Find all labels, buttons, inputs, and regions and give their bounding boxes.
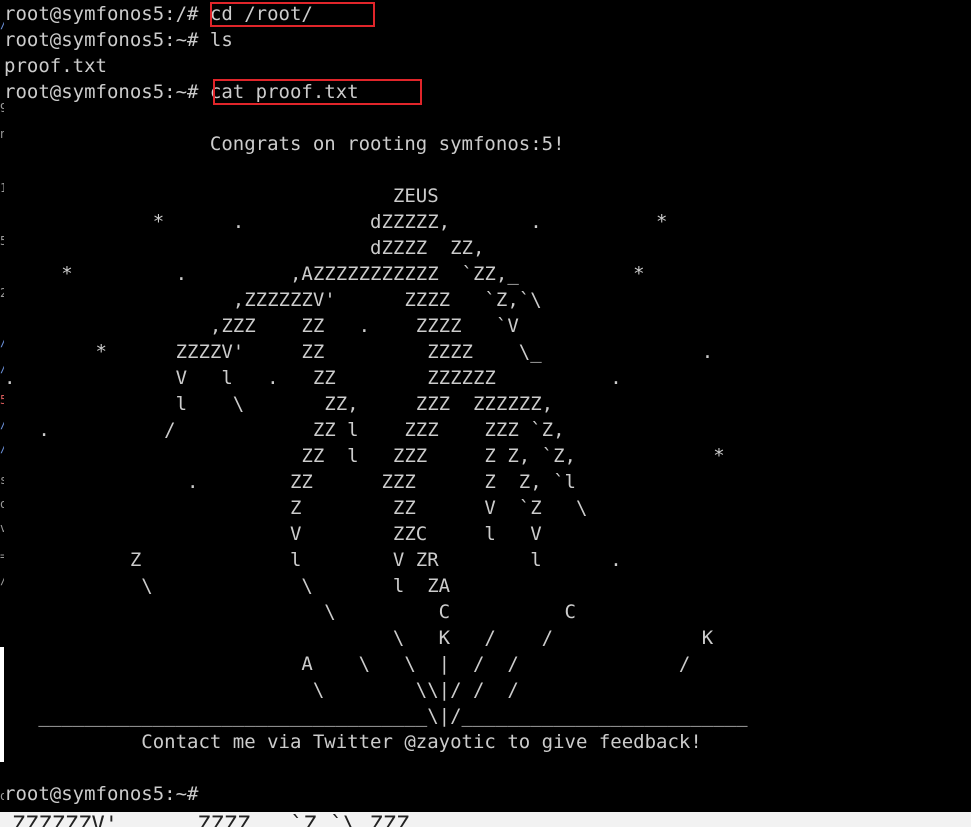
- underlying-window-fragment: ZZZZZZV' ZZZZ `Z,`\ ZZZ: [0, 812, 971, 827]
- terminal-line: \ K / / K: [4, 627, 714, 649]
- terminal-line: \ \\|/ / /: [4, 679, 519, 701]
- terminal-line: * . ,AZZZZZZZZZZZ `ZZ,_ *: [4, 263, 645, 285]
- terminal-line: l \ ZZ, ZZZ ZZZZZZ,: [4, 393, 554, 415]
- terminal-window[interactable]: root@symfonos5:/# cd /root/root@symfonos…: [0, 0, 971, 827]
- underlying-window-text: ZZZZZZV' ZZZZ `Z,`\ ZZZ: [12, 813, 410, 827]
- terminal-line: ,ZZZZZZV' ZZZZ `Z,`\: [4, 289, 542, 311]
- terminal-line: __________________________________\|/___…: [4, 705, 748, 727]
- terminal-line: * . dZZZZZ, . *: [4, 211, 668, 233]
- terminal-line: \ \ l ZA: [4, 575, 451, 597]
- terminal-line: proof.txt: [4, 55, 107, 77]
- terminal-line: root@symfonos5:~# cat proof.txt: [4, 81, 359, 103]
- terminal-line: \ C C: [4, 601, 576, 623]
- terminal-line: ,ZZZ ZZ . ZZZZ `V: [4, 315, 519, 337]
- terminal-line: root@symfonos5:/# cd /root/: [4, 3, 313, 25]
- terminal-line: Z ZZ V `Z \: [4, 497, 588, 519]
- terminal-line: * ZZZZV' ZZ ZZZZ \_ .: [4, 341, 714, 363]
- terminal-line: root@symfonos5:~#: [4, 783, 210, 805]
- terminal-line: Z l V ZR l .: [4, 549, 622, 571]
- terminal-line: Contact me via Twitter @zayotic to give …: [4, 731, 702, 753]
- terminal-line: ZEUS: [4, 185, 439, 207]
- terminal-output: root@symfonos5:/# cd /root/root@symfonos…: [0, 0, 971, 827]
- terminal-line: ZZ l ZZZ Z Z, `Z, *: [4, 445, 725, 467]
- terminal-line: . ZZ ZZZ Z Z, `l: [4, 471, 576, 493]
- left-edge-chip: [0, 647, 4, 762]
- terminal-line: V ZZC l V: [4, 523, 542, 545]
- terminal-line: root@symfonos5:~# ls: [4, 29, 233, 51]
- terminal-line: Congrats on rooting symfonos:5!: [4, 133, 565, 155]
- terminal-line: dZZZZ ZZ,: [4, 237, 485, 259]
- terminal-line: . / ZZ l ZZZ ZZZ `Z,: [4, 419, 565, 441]
- terminal-line: . V l . ZZ ZZZZZZ .: [4, 367, 622, 389]
- terminal-line: A \ \ | / / /: [4, 653, 691, 675]
